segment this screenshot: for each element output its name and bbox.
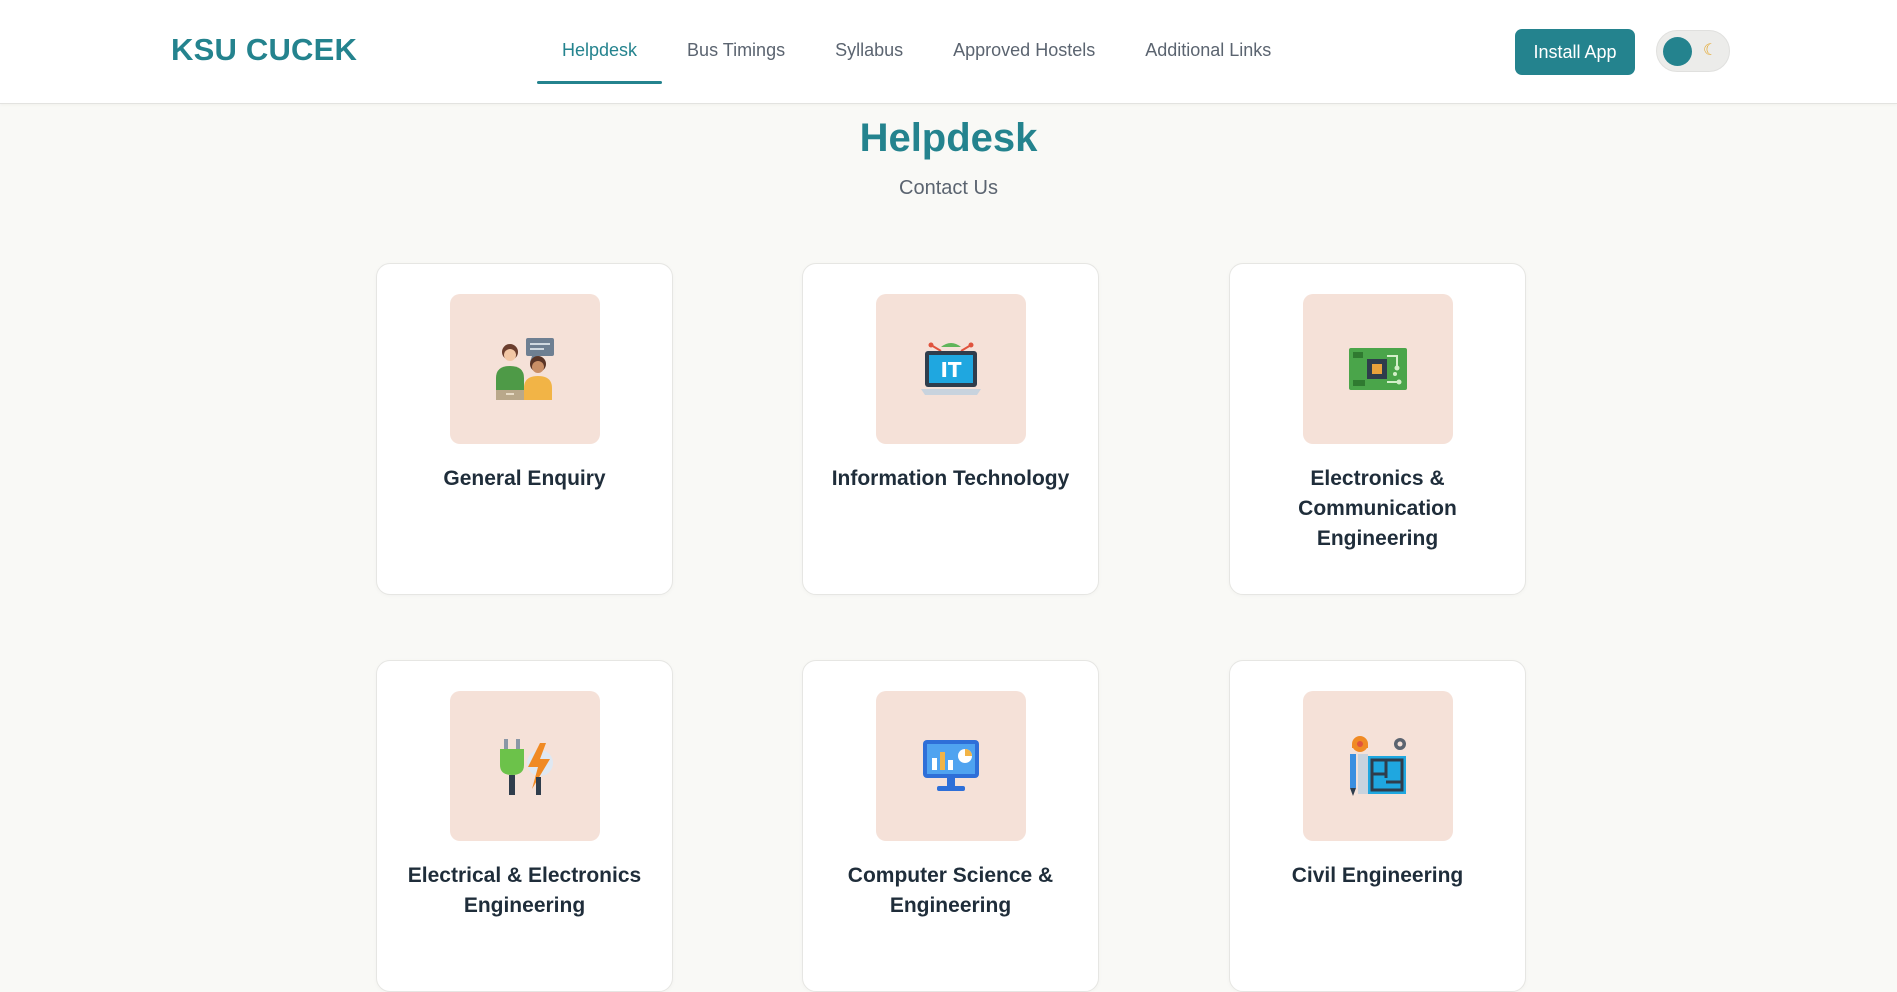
icon-tile [1303,691,1453,841]
card-label: Information Technology [831,467,1070,490]
card-label: Electrical & Electronics Engineering [407,864,642,917]
card-general-enquiry[interactable]: General Enquiry [376,263,673,595]
support-agents-icon [496,338,554,400]
page-title: Helpdesk [859,116,1038,160]
card-information-technology[interactable]: IT Information Technology [802,263,1099,595]
card-electronics-communication[interactable]: Electronics & Communication Engineering [1229,263,1526,595]
card-electrical-electronics[interactable]: Electrical & Electronics Engineering [376,660,673,992]
card-civil-engineering[interactable]: Civil Engineering [1229,660,1526,992]
card-label: Computer Science & Engineering [847,864,1054,917]
icon-tile: IT [876,294,1026,444]
card-label: General Enquiry [443,467,606,490]
circuit-board-icon [1349,348,1407,390]
theme-toggle[interactable]: ☾ [1656,30,1730,72]
blueprint-icon [1350,736,1406,796]
card-label: Civil Engineering [1291,864,1464,887]
icon-tile [450,294,600,444]
install-app-button[interactable]: Install App [1515,29,1635,75]
nav-syllabus[interactable]: Syllabus [810,0,928,104]
brand-logo[interactable]: KSU CUCEK [171,32,357,68]
icon-tile [876,691,1026,841]
card-label: Electronics & Communication Engineering [1298,467,1457,550]
top-header: KSU CUCEK Helpdesk Bus Timings Syllabus … [0,0,1897,104]
nav-helpdesk[interactable]: Helpdesk [537,0,663,104]
icon-tile [1303,294,1453,444]
plug-bolt-icon [500,739,553,795]
monitor-dashboard-icon [923,740,979,791]
moon-icon: ☾ [1703,40,1718,59]
nav-approved-hostels[interactable]: Approved Hostels [928,0,1120,104]
nav-additional-links[interactable]: Additional Links [1120,0,1296,104]
toggle-knob [1663,37,1692,66]
icon-tile [450,691,600,841]
main-nav: Helpdesk Bus Timings Syllabus Approved H… [537,0,1296,104]
nav-bus-timings[interactable]: Bus Timings [662,0,810,104]
it-laptop-icon: IT [921,342,981,395]
page-subtitle: Contact Us [899,177,998,199]
svg-text:IT: IT [940,358,961,382]
card-computer-science[interactable]: Computer Science & Engineering [802,660,1099,992]
